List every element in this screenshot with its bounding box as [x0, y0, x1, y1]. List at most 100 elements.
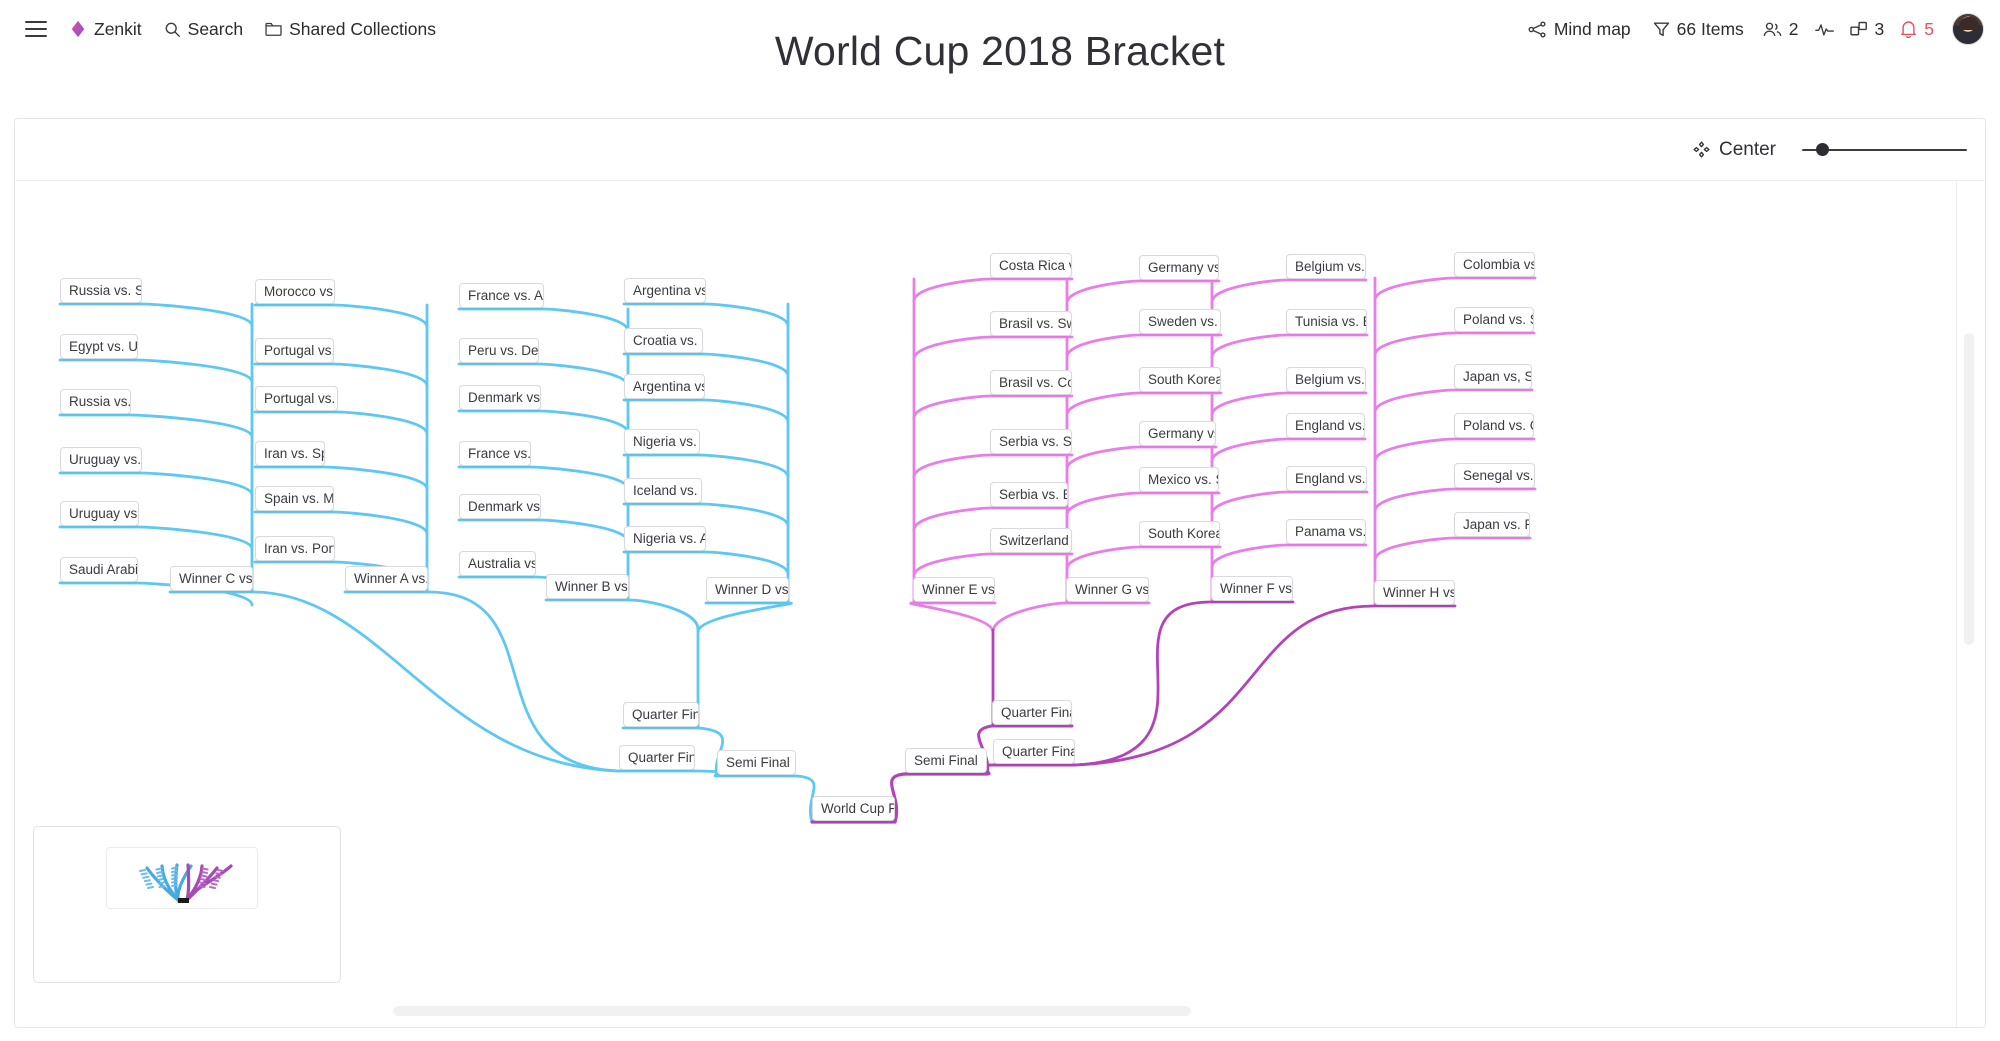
node-group-a-0[interactable]: Russia vs. Saudi A... — [60, 278, 142, 303]
avatar[interactable] — [1952, 13, 1984, 45]
filter-items-button[interactable]: 66 Items — [1642, 13, 1755, 46]
node-group-d-0[interactable]: Argentina vs. Icela... — [624, 278, 706, 303]
node-group-a-winner[interactable]: Winner C vs. 2nd. D — [170, 566, 253, 591]
node-group-b-3[interactable]: Iran vs. Spain — [255, 441, 325, 466]
node-group-f-2[interactable]: South Korea vs. M... — [1139, 367, 1221, 392]
node-group-c-0[interactable]: France vs. Australia — [459, 283, 544, 308]
node-label: Portugal vs. Spain — [264, 343, 334, 358]
brand-home-link[interactable]: Zenkit — [58, 13, 153, 46]
node-label: Japan vs. Poland — [1463, 517, 1529, 532]
horizontal-scrollbar[interactable] — [393, 1006, 1191, 1016]
node-group-g-1[interactable]: Tunisia vs. England — [1286, 309, 1367, 334]
search-button[interactable]: Search — [153, 13, 254, 46]
node-group-h-3[interactable]: Poland vs. Colom... — [1454, 413, 1534, 438]
node-group-g-3[interactable]: England vs. Pana... — [1286, 413, 1365, 438]
node-group-e-0[interactable]: Costa Rica vs. Ser... — [990, 253, 1072, 278]
node-group-a-2[interactable]: Russia vs. Egypt — [60, 389, 131, 414]
node-sf-right[interactable]: Semi Final — [905, 748, 987, 773]
node-group-b-2[interactable]: Portugal vs. Moro... — [255, 386, 338, 411]
node-group-g-0[interactable]: Belgium vs. Pana... — [1286, 254, 1366, 279]
node-group-e-2[interactable]: Brasil vs. Costa Rica — [990, 370, 1072, 395]
node-group-c-5[interactable]: Australia vs. Peru — [459, 551, 536, 576]
mindmap-edge — [1210, 437, 1367, 463]
node-group-a-5[interactable]: Saudi Arabia vs. E... — [60, 557, 138, 582]
node-group-h-0[interactable]: Colombia vs. Japan — [1454, 252, 1535, 277]
node-label: Belgium vs. Tunisia — [1295, 372, 1365, 387]
node-group-f-3[interactable]: Germany vs. Swe... — [1139, 421, 1216, 446]
mindmap-edge — [1373, 276, 1537, 302]
center-label: Center — [1718, 138, 1776, 160]
view-mode-label: Mind map — [1553, 18, 1631, 39]
node-group-b-1[interactable]: Portugal vs. Spain — [255, 338, 334, 363]
node-group-c-1[interactable]: Peru vs. Denmark — [459, 338, 539, 363]
node-group-f-4[interactable]: Mexico vs. Sweden — [1139, 467, 1219, 492]
node-qf-right-2[interactable]: Quarter Final — [993, 739, 1075, 764]
node-final[interactable]: World Cup Final — [812, 796, 895, 821]
node-group-e-1[interactable]: Brasil vs. Switzerl... — [990, 311, 1072, 336]
node-group-h-4[interactable]: Senegal vs. Colom... — [1454, 463, 1535, 488]
view-mode-mindmap-button[interactable]: Mind map — [1517, 13, 1642, 46]
members-button[interactable]: 2 — [1755, 13, 1807, 46]
minimap-panel[interactable] — [33, 826, 341, 983]
node-group-d-5[interactable]: Nigeria vs. Argent... — [624, 526, 706, 551]
node-group-a-4[interactable]: Uruguay vs. Russia — [60, 501, 139, 526]
node-group-c-winner[interactable]: Winner B vs. 2nd. A — [546, 574, 629, 599]
node-group-g-5[interactable]: Panama vs. Tunisia — [1286, 519, 1366, 544]
node-group-g-2[interactable]: Belgium vs. Tunisia — [1286, 367, 1366, 392]
mindmap-canvas-card: Center Winner C vs. 2nd. D Russia vs. Sau… — [14, 118, 1986, 1028]
mindmap-edge — [58, 471, 254, 497]
node-group-a-1[interactable]: Egypt vs. Uruguay — [60, 334, 138, 359]
mindmap-edge — [457, 465, 630, 491]
vertical-scrollbar[interactable] — [1964, 333, 1974, 645]
center-button[interactable]: Center — [1683, 134, 1786, 166]
node-group-c-3[interactable]: France vs. Peru — [459, 441, 531, 466]
node-group-g-winner[interactable]: Winner F vs. 2nd. E — [1211, 576, 1293, 601]
mindmap-edge — [1073, 604, 1457, 767]
node-group-b-5[interactable]: Iran vs. Portugal — [255, 536, 335, 561]
node-group-h-winner[interactable]: Winner H vs. 2nd G — [1374, 580, 1455, 605]
node-group-f-5[interactable]: South Korea vs. G... — [1139, 521, 1220, 546]
node-group-a-3[interactable]: Uruguay vs. Saudi... — [60, 447, 142, 472]
node-group-h-5[interactable]: Japan vs. Poland — [1454, 512, 1530, 537]
node-qf-left-2[interactable]: Quarter Final — [619, 745, 695, 770]
links-button[interactable]: 3 — [1842, 13, 1893, 46]
node-group-c-2[interactable]: Denmark vs. Aust... — [459, 385, 541, 410]
node-qf-left-1[interactable]: Quarter Final — [623, 702, 699, 727]
node-group-f-0[interactable]: Germany vs. Mexi... — [1139, 255, 1219, 280]
mindmap-edge — [622, 453, 790, 479]
node-group-e-5[interactable]: Switzerland vs. Co... — [990, 528, 1072, 553]
node-group-b-0[interactable]: Morocco vs. Iran — [255, 279, 335, 304]
node-group-g-4[interactable]: England vs. Belgiu... — [1286, 466, 1367, 491]
node-label: Iran vs. Portugal — [264, 541, 335, 556]
brand-label: Zenkit — [94, 18, 142, 39]
node-group-e-3[interactable]: Serbia vs. Switzerl... — [990, 429, 1072, 454]
folder-icon — [265, 22, 282, 37]
hamburger-menu-button[interactable] — [14, 15, 58, 43]
zoom-slider[interactable] — [1802, 141, 1967, 159]
node-sf-left[interactable]: Semi Final — [717, 750, 796, 775]
activity-button[interactable] — [1807, 16, 1842, 42]
shared-collections-button[interactable]: Shared Collections — [254, 13, 447, 46]
node-group-d-1[interactable]: Croatia vs. Nigeria — [624, 328, 703, 353]
node-group-f-1[interactable]: Sweden vs. South ... — [1139, 309, 1221, 334]
node-group-b-4[interactable]: Spain vs. Morocco — [255, 486, 334, 511]
node-group-d-3[interactable]: Nigeria vs. Iceland — [624, 429, 700, 454]
mindmap-edge — [1210, 490, 1369, 516]
node-label: Russia vs. Egypt — [69, 394, 131, 409]
node-group-d-2[interactable]: Argentina vs. Cro... — [624, 374, 705, 399]
node-label: Argentina vs. Cro... — [633, 379, 704, 394]
notifications-button[interactable]: 5 — [1892, 13, 1942, 46]
node-group-d-winner[interactable]: Winner D vs. 2nd. C — [706, 577, 789, 602]
node-group-e-winner[interactable]: Winner E vs. 2nd. F — [913, 577, 995, 602]
mindmap-edge — [912, 506, 1070, 532]
node-group-h-2[interactable]: Japan vs, Senegal — [1454, 364, 1532, 389]
node-qf-right-1[interactable]: Quarter Final — [992, 700, 1072, 725]
node-group-b-winner[interactable]: Winner A vs. 2nd. B — [345, 566, 428, 591]
node-group-e-4[interactable]: Serbia vs. Brasil — [990, 482, 1068, 507]
node-group-h-1[interactable]: Poland vs. Senegal — [1454, 307, 1534, 332]
zoom-slider-knob[interactable] — [1816, 143, 1829, 156]
node-group-d-4[interactable]: Iceland vs. Croatia — [624, 478, 702, 503]
node-group-f-winner[interactable]: Winner G vs. 2nd. H — [1066, 577, 1149, 602]
node-group-c-4[interactable]: Denmark vs. France — [459, 494, 541, 519]
top-navigation-bar: Zenkit Search Shared Collections Mind ma… — [0, 0, 2000, 58]
